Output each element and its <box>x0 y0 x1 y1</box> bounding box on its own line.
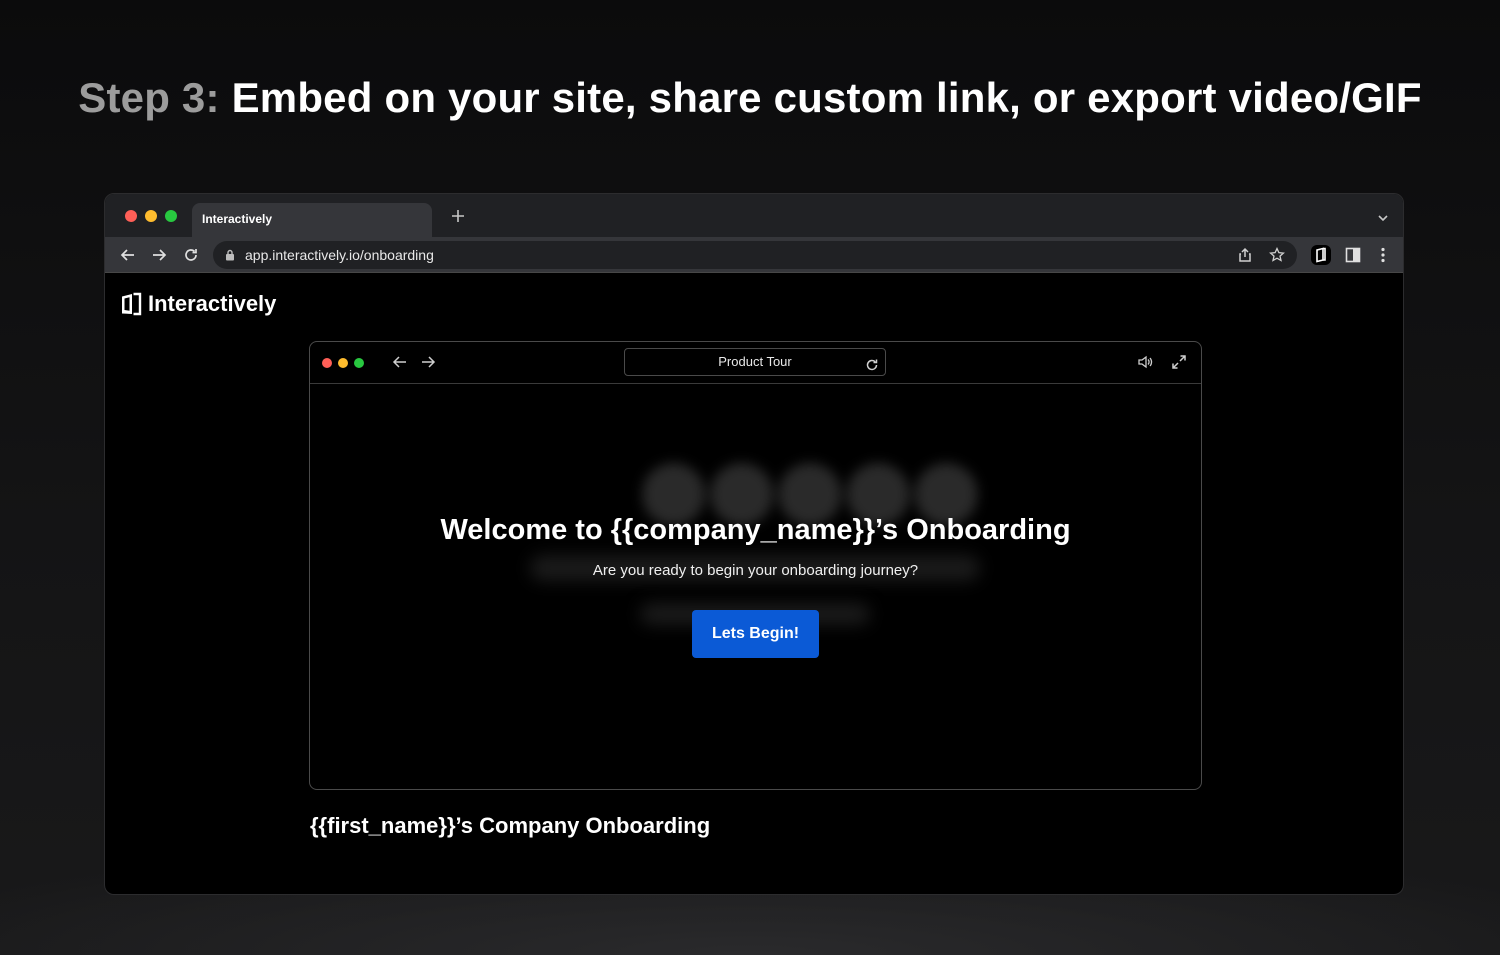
side-panel-button[interactable] <box>1343 245 1363 265</box>
embed-title: Product Tour <box>718 354 792 369</box>
page-caption: {{first_name}}’s Company Onboarding <box>310 813 711 838</box>
browser-window: Interactively app.interactively.io/onboa… <box>104 193 1404 895</box>
embed-restart-button[interactable] <box>865 355 879 381</box>
reload-icon <box>866 359 878 371</box>
browser-tab[interactable]: Interactively <box>192 203 432 237</box>
window-controls <box>125 210 177 222</box>
back-button[interactable] <box>119 246 137 264</box>
embed-dot-green <box>354 358 364 368</box>
interactively-extension-button[interactable] <box>1311 245 1331 265</box>
new-tab-button[interactable] <box>451 205 465 227</box>
lock-icon <box>225 249 235 261</box>
headline-step: Step 3: <box>78 74 220 121</box>
chevron-down-icon <box>1378 215 1388 222</box>
embed-back-button[interactable] <box>392 354 408 375</box>
embed-dot-red <box>322 358 332 368</box>
share-button[interactable] <box>1237 247 1253 266</box>
forward-button[interactable] <box>150 246 168 264</box>
expand-icon <box>1172 355 1186 369</box>
minimize-window-button[interactable] <box>145 210 157 222</box>
embed-sound-button[interactable] <box>1137 354 1153 375</box>
headline: Step 3: Embed on your site, share custom… <box>0 74 1500 122</box>
welcome-subtitle: Are you ready to begin your onboarding j… <box>592 562 919 579</box>
reload-icon <box>185 249 197 261</box>
close-window-button[interactable] <box>125 210 137 222</box>
embed-fullscreen-button[interactable] <box>1171 354 1187 375</box>
reload-button[interactable] <box>182 246 200 264</box>
bookmark-button[interactable] <box>1269 246 1285 266</box>
embed-forward-button[interactable] <box>420 354 436 375</box>
brand-name: Interactively <box>148 291 277 316</box>
embed-toolbar: Product Tour <box>310 342 1201 384</box>
interactively-logo-icon <box>122 292 142 316</box>
more-vertical-icon <box>1381 247 1385 263</box>
browser-menu-button[interactable] <box>1373 245 1393 265</box>
arrow-right-icon <box>422 356 436 368</box>
arrow-left-icon <box>392 356 406 368</box>
volume-icon <box>1138 355 1153 369</box>
blurred-background-preview: ⬤⬤⬤⬤⬤ <box>310 385 1201 789</box>
plus-icon <box>452 210 464 222</box>
arrow-left-icon <box>120 249 134 261</box>
tab-bar: Interactively <box>105 194 1403 237</box>
embed-dot-yellow <box>338 358 348 368</box>
interactively-extension-icon <box>1311 245 1331 265</box>
tab-title: Interactively <box>202 212 273 226</box>
arrow-right-icon <box>153 249 167 261</box>
brand[interactable]: Interactively <box>120 291 276 317</box>
star-icon <box>1269 246 1285 262</box>
address-bar: app.interactively.io/onboarding <box>105 237 1403 273</box>
lets-begin-button[interactable]: Lets Begin! <box>692 610 819 658</box>
side-panel-icon <box>1345 247 1361 263</box>
embedded-product-tour: Product Tour ⬤⬤⬤⬤⬤ Welcome to {{company_… <box>309 341 1202 790</box>
headline-text: Embed on your site, share custom link, o… <box>231 74 1422 121</box>
embed-window-dots <box>322 358 364 368</box>
share-icon <box>1239 247 1251 262</box>
embed-title-bar: Product Tour <box>624 348 886 376</box>
url-field[interactable]: app.interactively.io/onboarding <box>213 241 1297 269</box>
url-text: app.interactively.io/onboarding <box>245 247 434 263</box>
tab-search-button[interactable] <box>1377 211 1389 229</box>
maximize-window-button[interactable] <box>165 210 177 222</box>
welcome-title: Welcome to {{company_name}}’s Onboarding <box>440 514 1071 546</box>
